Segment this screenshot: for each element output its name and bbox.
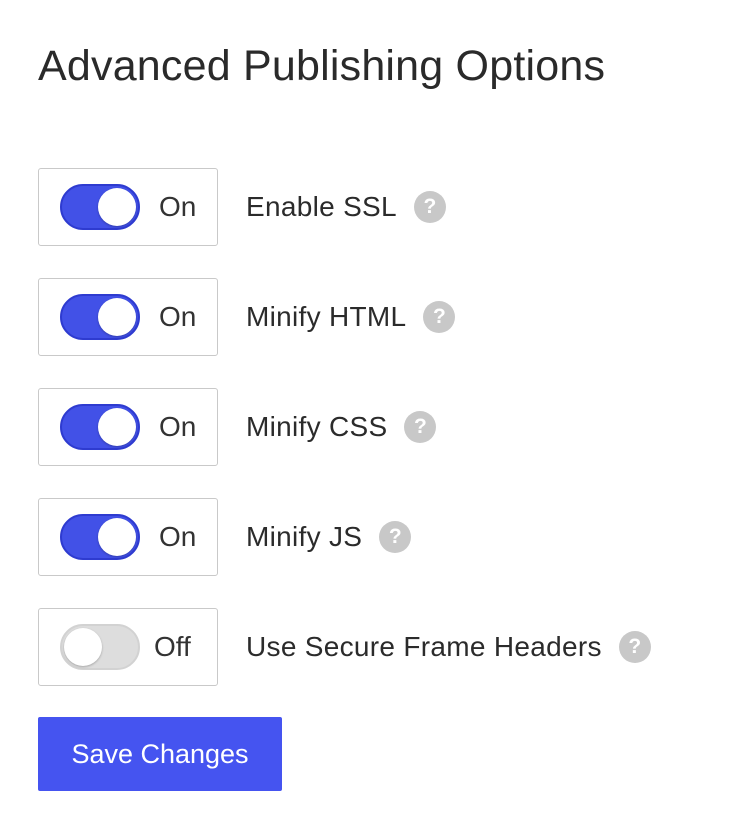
- toggle-knob: [64, 628, 102, 666]
- option-row-minify-css: On Minify CSS ?: [38, 387, 437, 467]
- toggle-state-label: On: [159, 411, 197, 442]
- option-label: Minify JS: [246, 521, 363, 552]
- question-mark-icon[interactable]: ?: [379, 521, 412, 553]
- page-title: Advanced Publishing Options: [38, 42, 606, 90]
- toggle-switch[interactable]: [60, 624, 140, 670]
- question-mark-icon[interactable]: ?: [413, 191, 446, 223]
- toggle-minify-js[interactable]: On: [38, 498, 218, 576]
- toggle-secure-frame-headers[interactable]: Off: [38, 608, 218, 686]
- toggle-switch[interactable]: [60, 184, 140, 230]
- option-label: Enable SSL: [246, 191, 397, 222]
- option-row-minify-html: On Minify HTML ?: [38, 277, 456, 357]
- toggle-knob: [98, 408, 136, 446]
- toggle-state-label: On: [159, 521, 197, 552]
- option-row-enable-ssl: On Enable SSL ?: [38, 167, 446, 247]
- option-row-minify-js: On Minify JS ?: [38, 497, 412, 577]
- toggle-minify-css[interactable]: On: [38, 388, 218, 466]
- toggle-knob: [98, 188, 136, 226]
- toggle-state-label: On: [159, 301, 197, 332]
- toggle-knob: [98, 518, 136, 556]
- toggle-switch[interactable]: [60, 514, 140, 560]
- question-mark-icon[interactable]: ?: [423, 301, 456, 333]
- question-mark-icon[interactable]: ?: [618, 631, 651, 663]
- toggle-enable-ssl[interactable]: On: [38, 168, 218, 246]
- save-changes-button[interactable]: Save Changes: [38, 717, 282, 791]
- option-label: Minify CSS: [246, 411, 388, 442]
- toggle-state-label: Off: [154, 631, 191, 662]
- toggle-state-label: On: [159, 191, 197, 222]
- toggle-switch[interactable]: [60, 404, 140, 450]
- option-row-secure-frame-headers: Off Use Secure Frame Headers ?: [38, 607, 651, 687]
- question-mark-icon[interactable]: ?: [404, 411, 437, 443]
- toggle-switch[interactable]: [60, 294, 140, 340]
- option-label: Minify HTML: [246, 301, 407, 332]
- toggle-knob: [98, 298, 136, 336]
- option-label: Use Secure Frame Headers: [246, 631, 602, 662]
- toggle-minify-html[interactable]: On: [38, 278, 218, 356]
